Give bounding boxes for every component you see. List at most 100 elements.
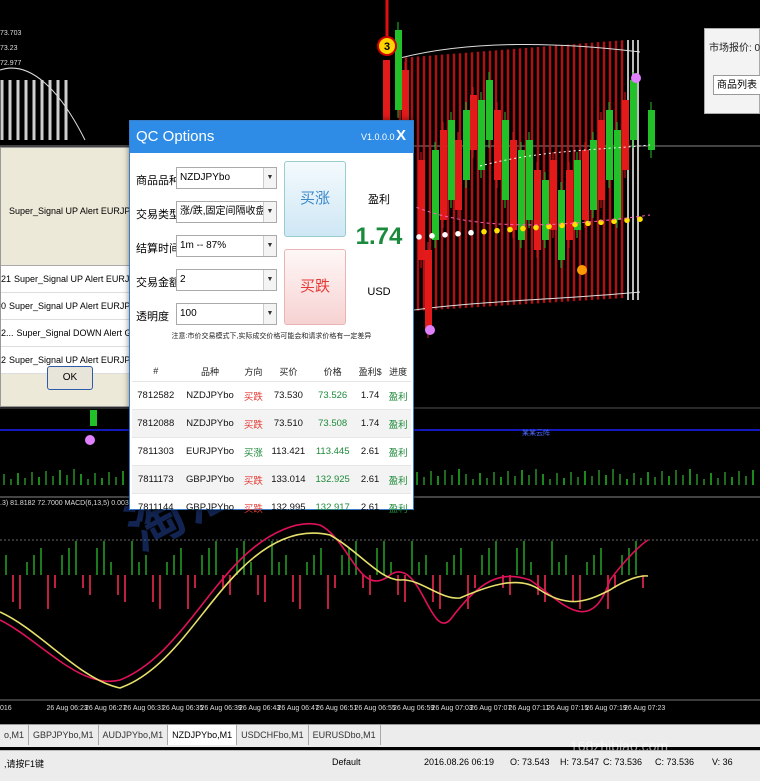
buy-down-button[interactable]: 买跌 (284, 249, 346, 325)
time-label: 26 Aug 06:47 (277, 705, 319, 712)
trade-price: 73.526 (310, 381, 355, 410)
close-icon[interactable]: X (396, 127, 406, 144)
alert-index: 21 (1, 274, 12, 284)
col-header: 盈利$ (358, 366, 382, 377)
candle-body (425, 250, 432, 330)
candle-body (470, 95, 477, 150)
table-header-row: # 品种 方向 买价 价格 盈利$ 进度 (132, 361, 411, 382)
trade-status: 盈利 (385, 437, 411, 466)
alert-row[interactable]: 21Super_Signal UP Alert EURJPYbo on (1, 266, 135, 293)
chevron-down-icon: ▼ (263, 270, 276, 290)
candle-body (440, 130, 447, 220)
table-row[interactable]: 7812582 NZDJPYbo 买跌 73.530 73.526 1.74 盈… (132, 381, 411, 410)
indicator-dot (481, 228, 487, 235)
trade-direction: 买跌 (240, 409, 267, 438)
time-label: 26 Aug 07:07 (470, 705, 512, 712)
level-tag: 某某云阵 (522, 430, 550, 437)
arrow-marker (631, 73, 641, 83)
trade-symbol: NZDJPYbo (179, 409, 241, 438)
candle-body (486, 80, 493, 140)
trade-profit: 1.74 (354, 381, 386, 410)
amount-select[interactable]: 2 ▼ (176, 269, 277, 291)
tab-symbol-list[interactable]: 商品列表 (713, 75, 760, 95)
trade-price: 73.508 (310, 409, 355, 438)
ok-button[interactable]: OK (47, 366, 93, 390)
candle-body (455, 140, 462, 210)
profit-currency: USD (367, 286, 391, 298)
time-label: 26 Aug 06:31 (123, 705, 165, 712)
trade-open: 73.530 (266, 381, 311, 410)
tab-chart[interactable]: AUDJPYbo,M1 (99, 725, 169, 745)
trade-id: 7812088 (132, 409, 180, 438)
opacity-value: 100 (180, 308, 197, 319)
market-watch-title: 市场报价: 07:2 (709, 43, 760, 54)
candle-body (648, 110, 655, 150)
arrow-marker (577, 265, 587, 275)
trade-type-label: 交易类型 (136, 209, 180, 221)
time-label: 26 Aug 06:51 (316, 705, 358, 712)
candle-body (582, 150, 589, 220)
candle-body (526, 140, 533, 220)
status-profile[interactable]: Default (332, 757, 361, 767)
trade-open: 133.014 (266, 465, 311, 494)
trade-type-select[interactable]: 涨/跌,固定间隔收盘 ▼ (176, 201, 277, 223)
candle-body (463, 110, 470, 180)
dialog-title: QC Options (136, 128, 215, 145)
chevron-down-icon: ▼ (263, 236, 276, 256)
expiry-select[interactable]: 1m -- 87% ▼ (176, 235, 277, 257)
trades-table: # 品种 方向 买价 价格 盈利$ 进度 7812582 NZDJPYbo 买跌… (132, 361, 411, 521)
price-level: 72.977 (0, 60, 22, 67)
candle-body (542, 180, 549, 240)
qc-options-dialog: QC Options V1.0.0.0 X 商品品种 NZDJPYbo ▼ 交易类… (129, 120, 414, 521)
status-last: C: 73.536 (655, 757, 695, 767)
trade-id: 7811303 (132, 437, 180, 466)
tab-chart[interactable]: o,M1 (0, 725, 30, 745)
table-row[interactable]: 7812088 NZDJPYbo 买跌 73.510 73.508 1.74 盈… (132, 409, 411, 438)
candle-body (606, 110, 613, 180)
symbol-select[interactable]: NZDJPYbo ▼ (176, 167, 277, 189)
indicator-dot (429, 233, 435, 239)
tab-chart-active[interactable]: NZDJPYbo,M1 (168, 725, 238, 745)
alert-row[interactable]: 0Super_Signal UP Alert EURJPYbo on (1, 293, 135, 320)
time-label: 26 Aug 06:23 (46, 705, 88, 712)
indicator-dot (494, 227, 500, 234)
indicator-dot (533, 224, 539, 231)
col-header: 方向 (244, 366, 263, 377)
chevron-down-icon: ▼ (263, 202, 276, 222)
status-close: C: 73.536 (603, 757, 643, 767)
tab-chart[interactable]: EURUSDbo,M1 (309, 725, 381, 745)
col-header: 进度 (389, 366, 408, 377)
status-bar: ,请按F1键 Default 2016.08.26 06:19 O: 73.54… (0, 750, 760, 781)
arrow-marker (425, 325, 435, 335)
indicator-dot (559, 222, 565, 229)
tab-chart[interactable]: GBPJPYbo,M1 (29, 725, 99, 745)
trade-profit: 2.61 (354, 493, 386, 521)
trade-open: 73.510 (266, 409, 311, 438)
col-header: 价格 (323, 366, 342, 377)
tab-chart[interactable]: USDCHFbo,M1 (237, 725, 309, 745)
trade-profit: 1.74 (354, 409, 386, 438)
trade-symbol: GBPJPYbo (179, 493, 241, 521)
table-row[interactable]: 7811173 GBPJPYbo 买跌 133.014 132.925 2.61… (132, 465, 411, 494)
table-row[interactable]: 7811144 GBPJPYbo 买跌 132.995 132.917 2.61… (132, 493, 411, 521)
candle-body (534, 170, 541, 250)
alert-row[interactable]: 2...Super_Signal DOWN Alert GBPJPYb (1, 320, 135, 347)
dialog-titlebar: QC Options V1.0.0.0 X (130, 121, 413, 153)
status-high: H: 73.547 (560, 757, 600, 767)
buy-up-button[interactable]: 买涨 (284, 161, 346, 237)
indicator-dot (637, 216, 643, 222)
profit-label: 盈利 (368, 194, 390, 206)
candle-body (614, 130, 621, 220)
trade-direction: 买涨 (240, 437, 267, 466)
candle-body (630, 80, 637, 140)
indicator-dot (442, 232, 448, 238)
col-header: # (153, 366, 159, 376)
alert-index: 2... (1, 328, 14, 338)
opacity-select[interactable]: 100 ▼ (176, 303, 277, 325)
candle-body (494, 110, 501, 180)
trade-status: 盈利 (385, 409, 411, 438)
table-row[interactable]: 7811303 EURJPYbo 买涨 113.421 113.445 2.61… (132, 437, 411, 466)
candle-body (383, 60, 390, 120)
time-label: 26 Aug 06:55 (354, 705, 396, 712)
trade-direction: 买跌 (240, 493, 267, 521)
